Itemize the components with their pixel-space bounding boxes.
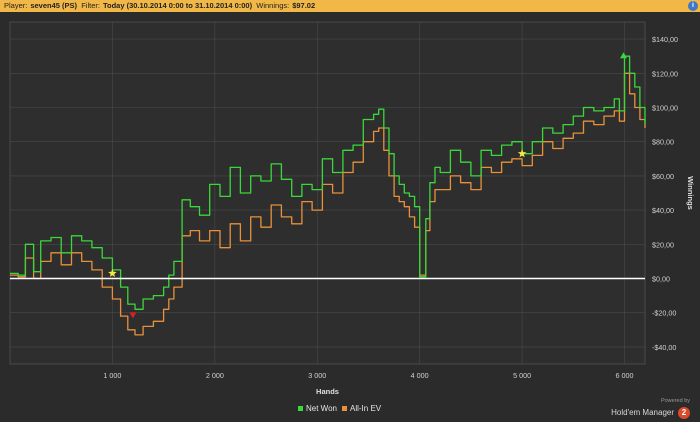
player-label: Player: [4, 1, 28, 10]
x-tick-label-4: 5 000 [513, 371, 531, 380]
legend-swatch-allin-ev [342, 406, 347, 412]
legend-allin-ev[interactable]: All-In EV [342, 404, 381, 413]
x-axis-label: Hands [316, 387, 339, 396]
brand-name: Hold'em Manager [611, 408, 674, 418]
winnings-value: $97.02 [292, 1, 316, 10]
legend-net-won[interactable]: Net Won [298, 404, 337, 413]
y-tick-label-8: $120,00 [652, 69, 678, 78]
filter-label: Filter: [81, 1, 100, 10]
y-axis-label: Winnings [686, 176, 695, 210]
y-tick-label-3: $20,00 [652, 240, 674, 249]
y-tick-label-5: $60,00 [652, 172, 674, 181]
y-tick-label-4: $40,00 [652, 206, 674, 215]
info-icon[interactable]: i [688, 1, 698, 11]
x-tick-label-1: 2 000 [206, 371, 224, 380]
y-tick-label-2: $0,00 [652, 275, 670, 284]
legend-swatch-net-won [298, 406, 303, 412]
y-tick-label-0: -$40,00 [652, 343, 676, 352]
footer: Net Won All-In EV Powered by Hold'em Man… [0, 398, 700, 419]
player-value: seven45 (PS) [30, 1, 78, 10]
x-tick-label-2: 3 000 [308, 371, 326, 380]
y-tick-label-9: $140,00 [652, 35, 678, 44]
y-tick-label-6: $80,00 [652, 138, 674, 147]
winnings-label: Winnings: [256, 1, 290, 10]
brand-logo-icon: 2 [678, 406, 690, 419]
y-tick-label-7: $100,00 [652, 104, 678, 113]
brand: Powered by Hold'em Manager 2 [611, 398, 690, 422]
y-tick-label-1: -$20,00 [652, 309, 676, 318]
y-tick-labels: -$40,00 -$20,00 $0,00 $20,00 $40,00 $60,00 $80… [652, 35, 678, 352]
x-tick-label-0: 1 000 [103, 371, 121, 380]
x-tick-label-5: 6 000 [616, 371, 634, 380]
x-tick-labels: 1 000 2 000 3 000 4 000 5 000 6 000 [103, 371, 633, 380]
x-tick-label-3: 4 000 [411, 371, 429, 380]
header-bar: Player: seven45 (PS) Filter: Today (30.10.… [0, 0, 700, 12]
legend-label-net-won: Net Won [306, 404, 337, 413]
filter-value: Today (30.10.2014 0:00 to 31.10.2014 0:0… [102, 1, 253, 10]
legend-label-allin-ev: All-In EV [350, 404, 382, 413]
powered-by-text: Powered by [660, 398, 690, 404]
winnings-chart: -$40,00 -$20,00 $0,00 $20,00 $40,00 $60,00 $80… [9, 21, 695, 396]
